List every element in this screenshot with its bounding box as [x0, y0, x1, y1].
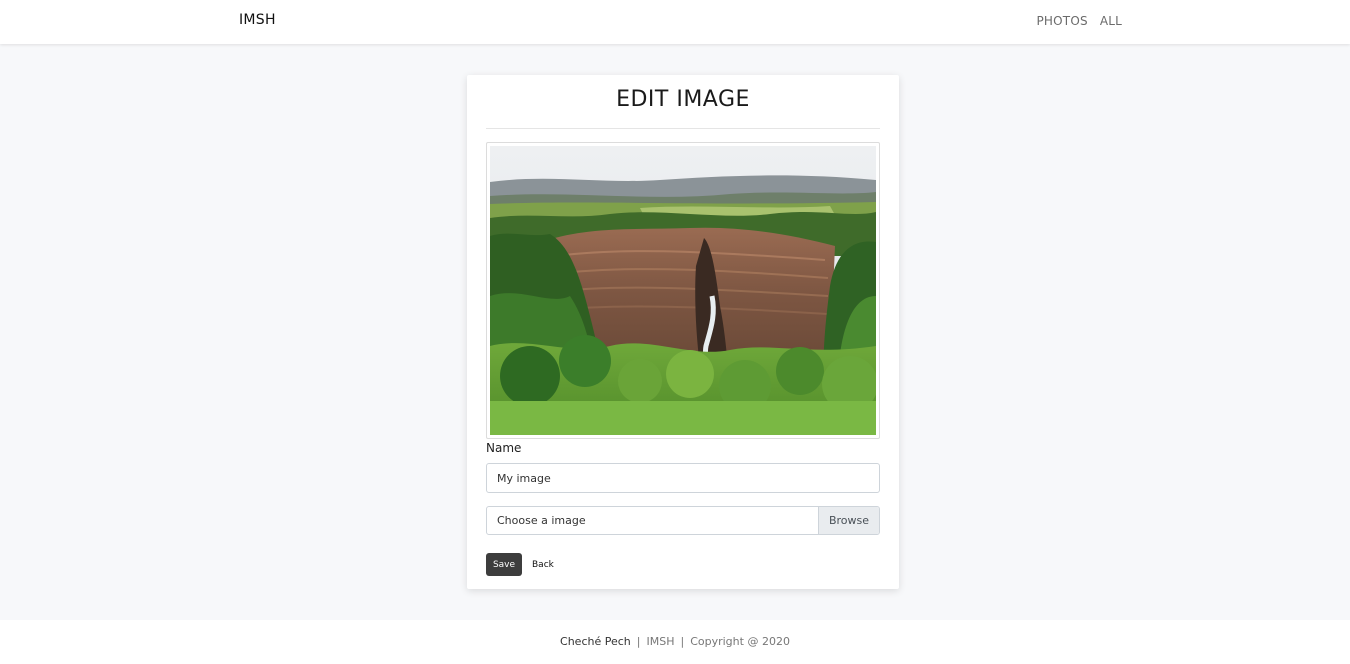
form-actions: Save Back [486, 553, 560, 576]
edit-image-card: EDIT IMAGE Name My image Choose a image … [467, 75, 899, 589]
file-picker[interactable]: Choose a image Browse [486, 506, 880, 535]
name-input[interactable] [486, 463, 880, 493]
name-label: Name [486, 441, 522, 455]
image-preview [486, 142, 880, 439]
file-input-label[interactable]: Choose a image [487, 507, 818, 534]
footer-brand: IMSH [646, 635, 675, 648]
footer-copyright: Copyright @ 2020 [690, 635, 790, 648]
save-button[interactable]: Save [486, 553, 522, 576]
nav-link-all[interactable]: ALL [1100, 14, 1122, 28]
brand-link[interactable]: IMSH [239, 12, 276, 28]
footer-separator: | [636, 635, 641, 648]
title-divider [486, 128, 880, 129]
footer-author: Cheché Pech [560, 635, 631, 648]
footer-separator: | [680, 635, 685, 648]
top-navbar: IMSH PHOTOS ALL [0, 0, 1350, 44]
back-button[interactable]: Back [526, 553, 560, 576]
page-footer: Cheché Pech | IMSH | Copyright @ 2020 [0, 620, 1350, 664]
nav-link-photos[interactable]: PHOTOS [1037, 14, 1088, 28]
canyon-photo [490, 146, 876, 435]
page-title: EDIT IMAGE [616, 87, 750, 112]
nav-links: PHOTOS ALL [1037, 14, 1123, 28]
browse-button[interactable]: Browse [818, 507, 879, 534]
